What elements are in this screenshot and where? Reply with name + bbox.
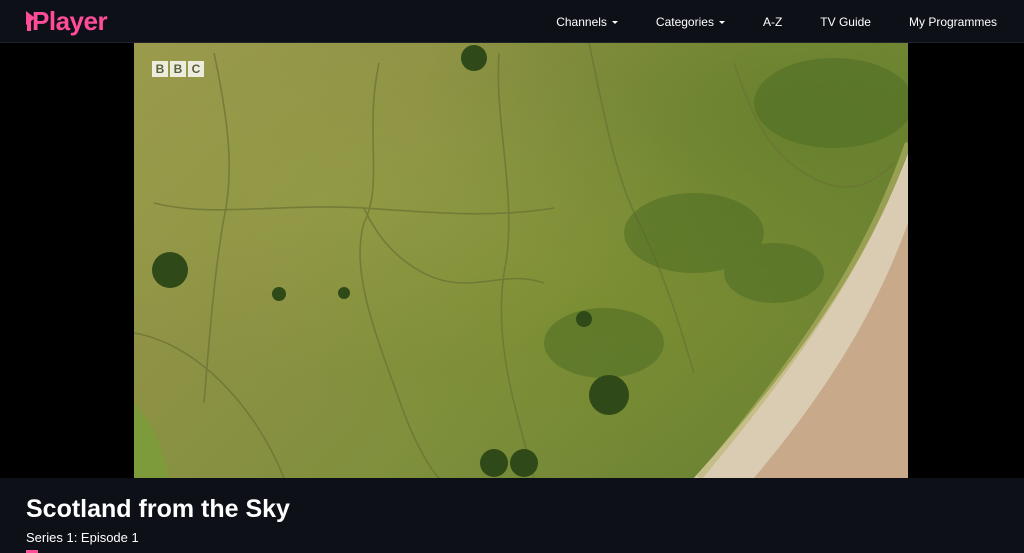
nav-a-z-label: A-Z (762, 14, 783, 29)
video-player[interactable]: B B C (134, 43, 908, 478)
nav-tv-guide-label: TV Guide (820, 14, 871, 29)
bbc-letter-1: B (152, 61, 168, 77)
top-navigation-bar: Player Channels Categories A-Z TV Guide … (0, 0, 1024, 43)
nav-channels[interactable]: Channels (537, 15, 637, 29)
bbc-watermark: B B C (152, 61, 204, 77)
logo-i-stem (27, 17, 31, 31)
nav-a-z[interactable]: A-Z (744, 15, 801, 29)
player-area: B B C (0, 43, 1024, 478)
programme-title: Scotland from the Sky (26, 495, 290, 523)
episode-label: Series 1: Episode 1 (26, 530, 139, 545)
programme-info: Scotland from the Sky Series 1: Episode … (0, 478, 1024, 553)
nav-tv-guide[interactable]: TV Guide (801, 15, 890, 29)
main-nav: Channels Categories A-Z TV Guide My Prog… (537, 0, 1024, 43)
caret-down-icon (611, 20, 618, 24)
nav-categories[interactable]: Categories (637, 15, 744, 29)
bbc-letter-2: B (170, 61, 186, 77)
nav-my-programmes-label: My Programmes (908, 14, 997, 29)
bbc-letter-3: C (188, 61, 204, 77)
nav-categories-label: Categories (655, 14, 714, 29)
logo-text: Player (32, 5, 108, 36)
aerial-landscape-frame (134, 43, 908, 478)
nav-my-programmes[interactable]: My Programmes (890, 15, 1024, 29)
field-corner (134, 403, 169, 478)
caret-down-icon (718, 20, 725, 24)
bushes (152, 45, 629, 477)
nav-channels-label: Channels (556, 14, 607, 29)
iplayer-logo[interactable]: Player (26, 5, 108, 37)
